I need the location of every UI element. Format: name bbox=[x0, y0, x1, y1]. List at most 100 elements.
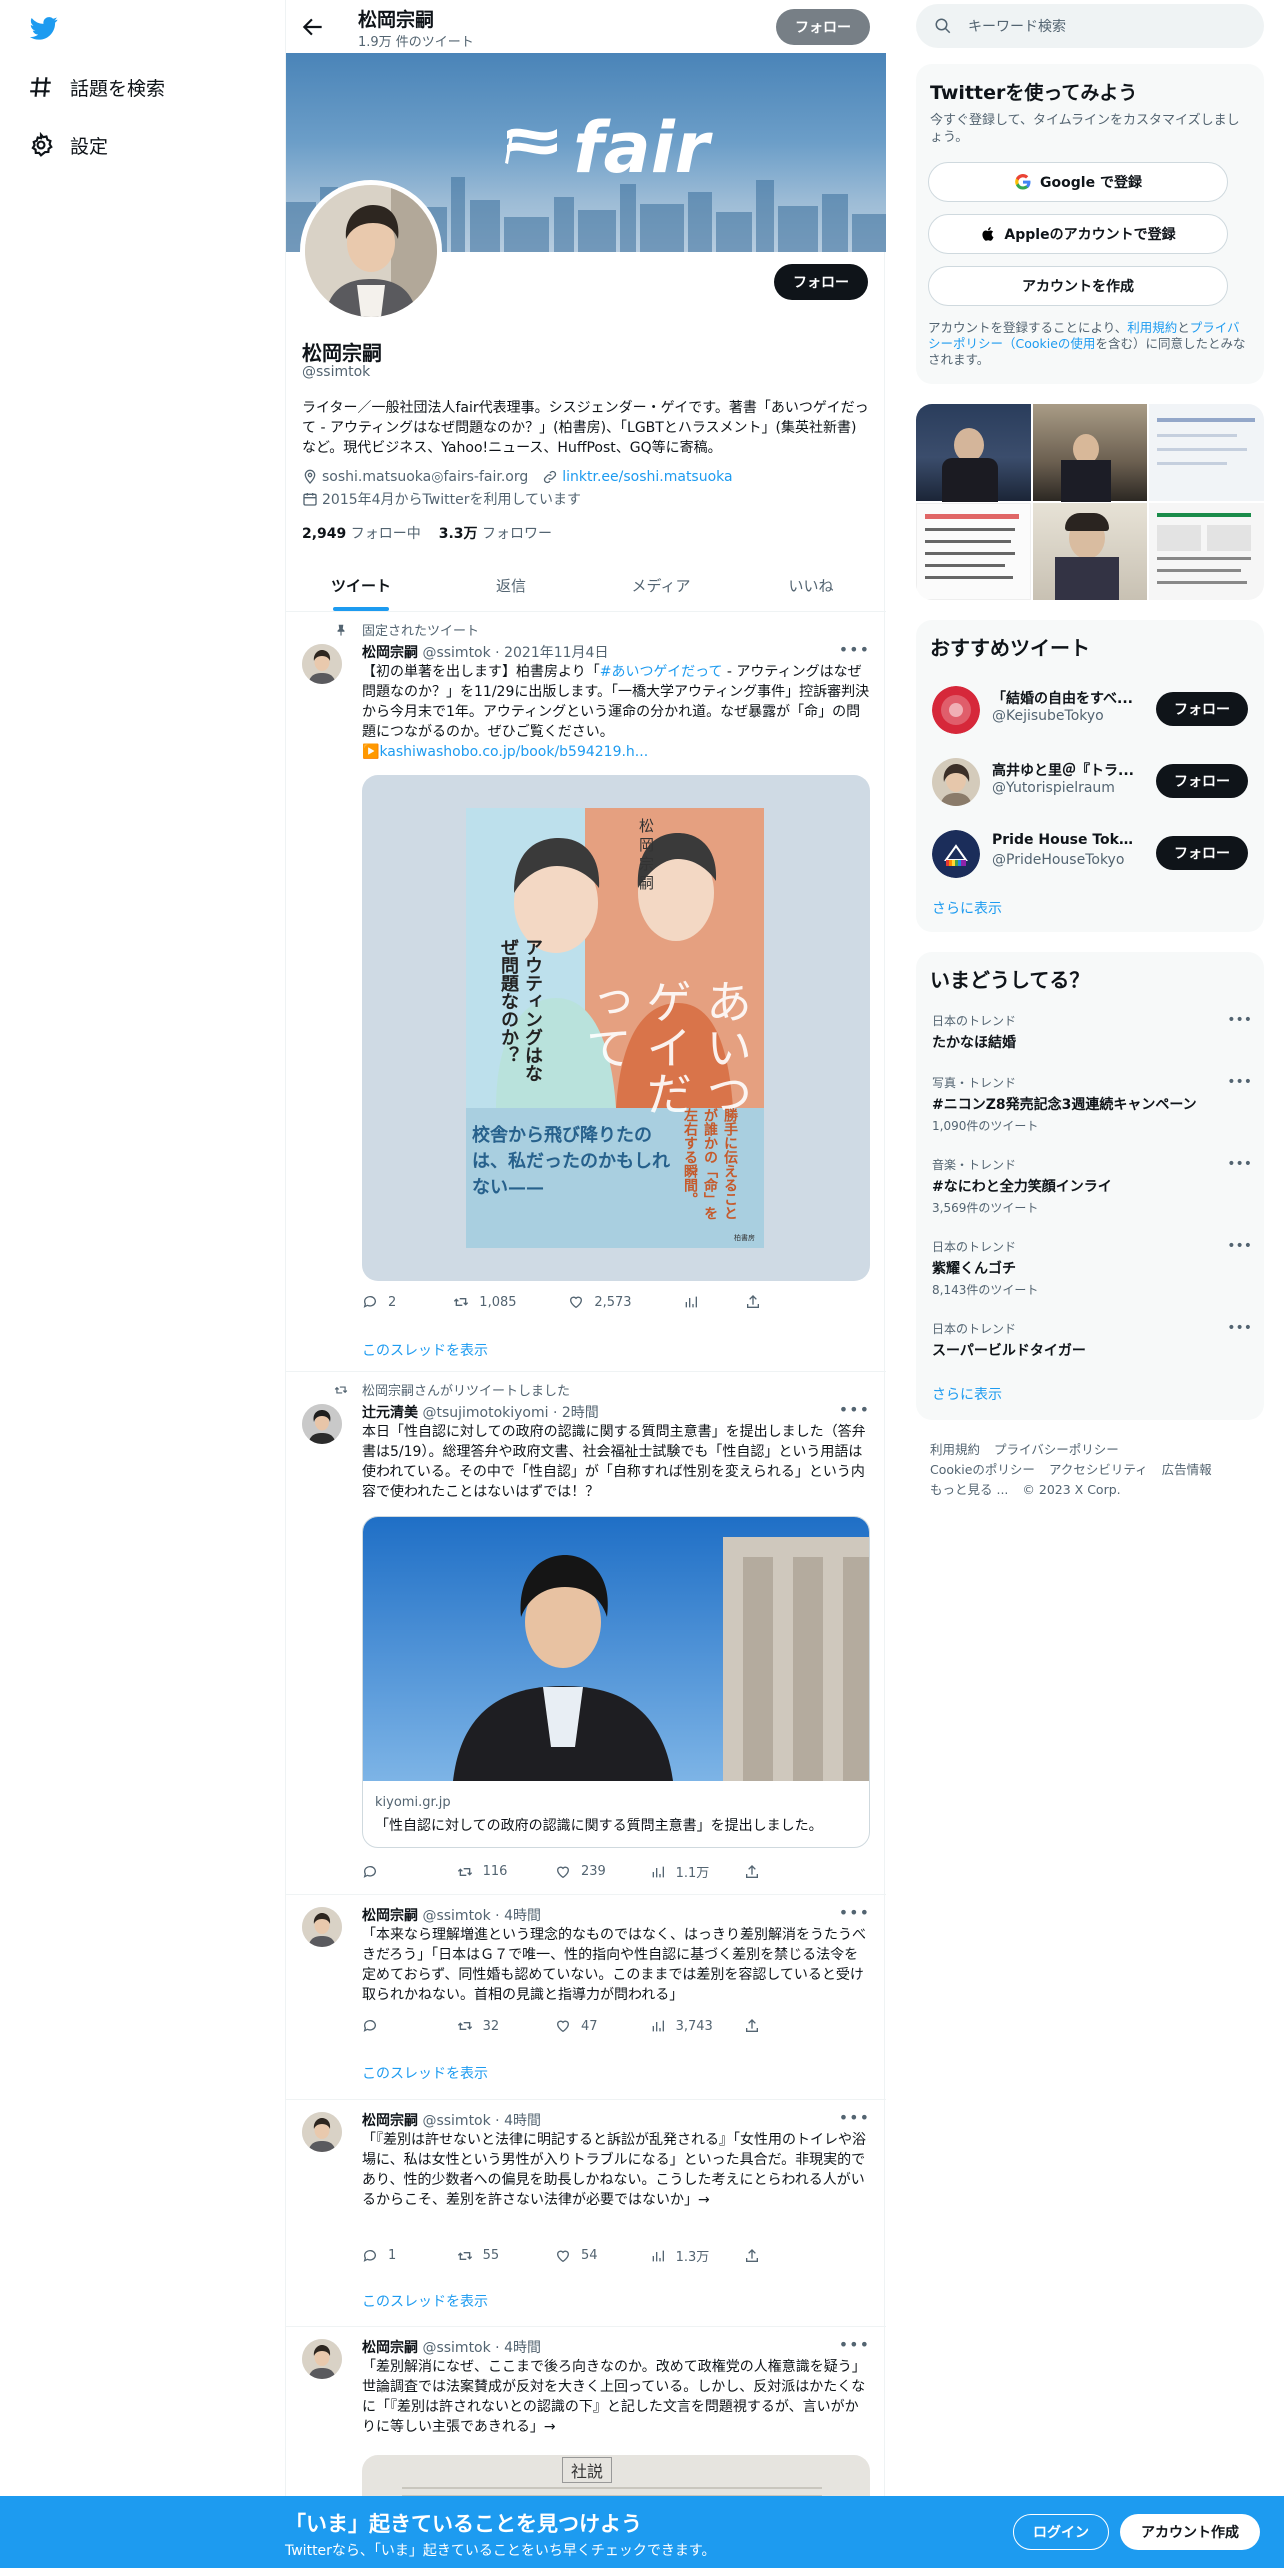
more-icon[interactable]: ••• bbox=[1227, 1320, 1252, 1336]
trend-item[interactable]: 日本のトレンド たかなほ結婚 ••• bbox=[932, 1012, 1252, 1052]
share-button[interactable] bbox=[744, 2018, 782, 2034]
avatar[interactable] bbox=[302, 2339, 342, 2379]
reply-button[interactable]: 2 bbox=[362, 1294, 453, 1310]
more-icon[interactable]: ••• bbox=[1227, 1012, 1252, 1028]
signup-terms: アカウントを登録することにより、利用規約とプライバシーポリシー（Cookieの使… bbox=[928, 320, 1246, 367]
follow-button[interactable]: フォロー bbox=[1156, 836, 1248, 870]
more-icon[interactable]: ••• bbox=[1227, 1074, 1252, 1090]
trend-item[interactable]: 日本のトレンド スーパービルドタイガー ••• bbox=[932, 1320, 1252, 1360]
follow-button[interactable]: フォロー bbox=[774, 264, 868, 300]
tweet[interactable]: 松岡宗嗣 @ssimtok · 4時間 ••• 「本来なら理解増進という理念的な… bbox=[286, 1895, 886, 2100]
share-button[interactable] bbox=[744, 1862, 782, 1881]
reply-icon bbox=[363, 1865, 376, 1878]
media-thumbnail[interactable] bbox=[1149, 503, 1264, 600]
login-button[interactable]: ログイン bbox=[1013, 2514, 1109, 2550]
create-account-button[interactable]: アカウントを作成 bbox=[928, 266, 1228, 306]
signup-button[interactable]: アカウント作成 bbox=[1120, 2514, 1260, 2550]
tweet-image-book-cover[interactable]: 松岡宗嗣 アウティングはなぜ問題なのか？ あいつゲイだって 勝手に伝えることが誰… bbox=[362, 775, 870, 1281]
suggested-user[interactable]: 「結婚の自由をすべ... @KejisubeTokyo フォロー bbox=[916, 672, 1264, 744]
following-link[interactable]: 2,949 フォロー中 bbox=[302, 523, 421, 543]
google-signup-button[interactable]: Google で登録 bbox=[928, 162, 1228, 202]
nav-explore[interactable]: 話題を検索 bbox=[28, 67, 165, 107]
trend-item[interactable]: 写真・トレンド #ニコンZ8発売記念3週連続キャンペーン 1,090件のツイート •… bbox=[932, 1074, 1252, 1134]
apple-signup-button[interactable]: Appleのアカウントで登録 bbox=[928, 214, 1228, 254]
hashtag-link[interactable]: #あいつゲイだって bbox=[600, 664, 723, 680]
suggested-user[interactable]: 高井ゆと里＠『トラ... @Yutorispielraum フォロー bbox=[916, 744, 1264, 816]
retweet-context: 松岡宗嗣さんがリツイートしました bbox=[334, 1380, 570, 1399]
back-arrow-icon[interactable] bbox=[300, 14, 326, 40]
views-button[interactable]: 3,743 bbox=[650, 2018, 745, 2034]
like-button[interactable]: 54 bbox=[555, 2246, 650, 2265]
footer-accessibility[interactable]: アクセシビリティ bbox=[1049, 1462, 1148, 1477]
more-icon[interactable]: ••• bbox=[839, 2108, 870, 2127]
like-button[interactable]: 2,573 bbox=[568, 1294, 683, 1310]
share-button[interactable] bbox=[744, 2246, 782, 2265]
twitter-bird-icon[interactable] bbox=[28, 14, 60, 42]
retweet-icon bbox=[457, 1867, 472, 1876]
suggested-user[interactable]: Pride House Tokyo (... @PrideHouseTokyo … bbox=[916, 816, 1264, 888]
retweet-button[interactable]: 55 bbox=[457, 2246, 555, 2265]
more-icon[interactable]: ••• bbox=[1227, 1156, 1252, 1172]
tab-media[interactable]: メディア bbox=[586, 560, 736, 611]
more-icon[interactable]: ••• bbox=[839, 1903, 870, 1922]
reply-button[interactable] bbox=[362, 2018, 457, 2034]
media-thumbnail[interactable] bbox=[916, 404, 1031, 502]
footer-terms[interactable]: 利用規約 bbox=[930, 1442, 980, 1457]
media-grid[interactable] bbox=[916, 404, 1264, 600]
show-thread-link[interactable]: このスレッドを表示 bbox=[362, 2291, 488, 2311]
views-button[interactable]: 1.1万 bbox=[650, 1862, 745, 1881]
follow-button-top[interactable]: フォロー bbox=[776, 9, 870, 45]
reply-button[interactable] bbox=[362, 1862, 457, 1881]
tab-likes[interactable]: いいね bbox=[736, 560, 886, 611]
avatar[interactable] bbox=[302, 2112, 342, 2152]
avatar[interactable] bbox=[302, 1907, 342, 1947]
tweet[interactable]: 松岡宗嗣さんがリツイートしました 辻元清美 @tsujimotokiyomi ·… bbox=[286, 1372, 886, 1895]
show-thread-link[interactable]: このスレッドを表示 bbox=[362, 2063, 488, 2083]
avatar[interactable] bbox=[302, 644, 342, 684]
media-thumbnail[interactable] bbox=[1032, 404, 1148, 502]
retweet-button[interactable]: 32 bbox=[457, 2018, 555, 2034]
profile-website[interactable]: linktr.ee/soshi.matsuoka bbox=[542, 469, 733, 485]
like-button[interactable]: 239 bbox=[555, 1862, 650, 1881]
profile-avatar[interactable] bbox=[300, 180, 442, 322]
retweet-button[interactable]: 116 bbox=[457, 1862, 555, 1881]
link-card[interactable]: kiyomi.gr.jp 「性自認に対しての政府の認識に関する質問主意書」を提出… bbox=[362, 1516, 870, 1848]
reply-button[interactable]: 1 bbox=[362, 2246, 457, 2265]
nav-settings[interactable]: 設定 bbox=[28, 125, 108, 165]
tab-replies[interactable]: 返信 bbox=[436, 560, 586, 611]
more-icon[interactable]: ••• bbox=[839, 2335, 870, 2354]
tweet[interactable]: 固定されたツイート 松岡宗嗣 @ssimtok · 2021年11月4日 •••… bbox=[286, 612, 886, 1372]
follow-button[interactable]: フォロー bbox=[1156, 692, 1248, 726]
retweet-button[interactable]: 1,085 bbox=[453, 1294, 568, 1310]
trend-item[interactable]: 日本のトレンド 紫耀くんゴチ 8,143件のツイート ••• bbox=[932, 1238, 1252, 1298]
followers-link[interactable]: 3.3万 フォロワー bbox=[439, 523, 552, 543]
analytics-button[interactable] bbox=[683, 1294, 745, 1310]
more-icon[interactable]: ••• bbox=[839, 640, 870, 659]
share-button[interactable] bbox=[745, 1294, 782, 1310]
like-button[interactable]: 47 bbox=[555, 2018, 650, 2034]
profile-bio: ライター／一般社団法人fair代表理事。シスジェンダー・ゲイです。著書「あいつゲ… bbox=[302, 400, 869, 456]
media-thumbnail[interactable] bbox=[1032, 503, 1148, 600]
footer-ads[interactable]: 広告情報 bbox=[1162, 1462, 1212, 1477]
search-input[interactable]: キーワード検索 bbox=[916, 4, 1264, 48]
footer-more[interactable]: もっと見る ... bbox=[930, 1482, 1008, 1497]
media-thumbnail[interactable] bbox=[916, 503, 1031, 600]
tab-tweets[interactable]: ツイート bbox=[286, 560, 436, 611]
more-icon[interactable]: ••• bbox=[1227, 1238, 1252, 1254]
follow-button[interactable]: フォロー bbox=[1156, 764, 1248, 798]
analytics-icon bbox=[652, 2020, 664, 2032]
tweet-text: 「差別解消になぜ、ここまで後ろ向きなのか。改めて政権党の人権意識を疑う」世論調査… bbox=[362, 2359, 866, 2435]
more-icon[interactable]: ••• bbox=[839, 1400, 870, 1419]
views-button[interactable]: 1.3万 bbox=[650, 2246, 745, 2265]
tweet-link[interactable]: ▶️kashiwashobo.co.jp/book/b594219.h... bbox=[362, 744, 648, 760]
profile-topbar: 松岡宗嗣 1.9万 件のツイート フォロー bbox=[286, 0, 886, 53]
footer-privacy[interactable]: プライバシーポリシー bbox=[994, 1442, 1119, 1457]
show-thread-link[interactable]: このスレッドを表示 bbox=[362, 1340, 488, 1360]
avatar[interactable] bbox=[302, 1404, 342, 1444]
tweet[interactable]: 松岡宗嗣 @ssimtok · 4時間 ••• 「『差別は許せないと法律に明記す… bbox=[286, 2100, 886, 2327]
trend-item[interactable]: 音楽・トレンド #なにわと全力笑顔インライ 3,569件のツイート ••• bbox=[932, 1156, 1252, 1216]
footer-cookie[interactable]: Cookieのポリシー bbox=[930, 1462, 1035, 1477]
show-more-link[interactable]: さらに表示 bbox=[932, 1384, 1002, 1404]
media-thumbnail[interactable] bbox=[1149, 404, 1264, 501]
show-more-link[interactable]: さらに表示 bbox=[932, 898, 1002, 918]
